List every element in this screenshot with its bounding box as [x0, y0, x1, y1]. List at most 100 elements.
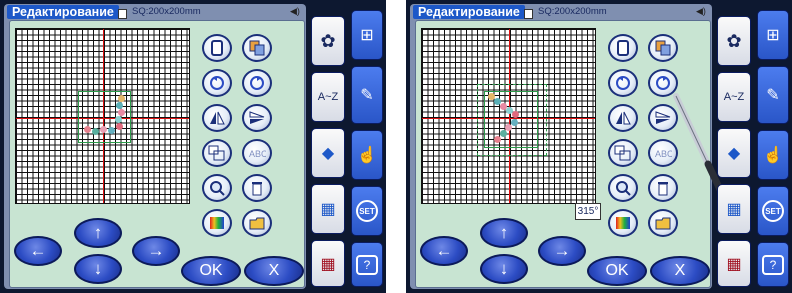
color-button[interactable]: [608, 209, 638, 237]
hoop-icon: [524, 9, 533, 19]
resize-icon: [208, 145, 225, 161]
flip-horizontal-button[interactable]: [202, 104, 232, 132]
resize-button[interactable]: [608, 139, 638, 167]
rotate-left-button[interactable]: [608, 69, 638, 97]
rotate-left-button[interactable]: [202, 69, 232, 97]
resize-icon: [614, 145, 631, 161]
tab-grid[interactable]: ▦: [311, 240, 345, 287]
edit-panel: Редактирование SQ:200x200mm ◀) ABC ← ↑ ↓…: [4, 4, 306, 289]
arrow-left-icon: ←: [435, 241, 453, 260]
tab-pattern-d[interactable]: ◆: [717, 128, 751, 178]
screen-title: Редактирование: [7, 5, 119, 19]
resize-button[interactable]: [202, 139, 232, 167]
help-icon: ?: [762, 254, 784, 275]
edit-mode-button[interactable]: ✎: [351, 66, 383, 124]
tab-frame[interactable]: ▦: [717, 184, 751, 234]
arc-text-button[interactable]: ABC: [242, 139, 272, 167]
move-down-button[interactable]: ↓: [74, 254, 122, 284]
copy-button[interactable]: [242, 34, 272, 62]
arrow-left-icon: ←: [29, 241, 47, 260]
hoop-grid[interactable]: [421, 28, 596, 204]
edit-mode-button[interactable]: ✎: [757, 66, 789, 124]
delete-icon: [252, 182, 262, 196]
embroidery-pattern[interactable]: [486, 91, 536, 147]
zoom-icon: [616, 181, 631, 196]
single-layout-icon: [211, 40, 223, 56]
tab-letters[interactable]: A~Z: [311, 72, 345, 122]
edit-panel: Редактирование SQ:200x200mm ◀) 315° ABC …: [410, 4, 728, 289]
arrow-down-icon: ↓: [93, 259, 103, 278]
hoop-icon: [118, 9, 127, 19]
copy-icon: [249, 40, 265, 56]
hand-icon: ☝: [763, 147, 783, 164]
svg-text:ABC: ABC: [655, 149, 672, 159]
flip-horizontal-button[interactable]: [608, 104, 638, 132]
flower-icon: ✿: [320, 30, 336, 51]
single-layout-button[interactable]: [608, 34, 638, 62]
settings-button[interactable]: SET: [351, 186, 383, 236]
single-layout-button[interactable]: [202, 34, 232, 62]
save-button[interactable]: [242, 209, 272, 237]
tab-letters[interactable]: A~Z: [717, 72, 751, 122]
frame-icon: ▦: [320, 201, 336, 218]
tab-embroidery-images[interactable]: ✿: [311, 16, 345, 66]
tab-grid[interactable]: ▦: [717, 240, 751, 287]
flip-horizontal-icon: [616, 111, 631, 125]
help-button[interactable]: ?: [351, 242, 383, 287]
save-icon: [655, 217, 671, 230]
settings-icon: SET: [356, 200, 378, 222]
arc-text-icon: ABC: [249, 149, 266, 159]
copy-icon: [655, 40, 671, 56]
copy-button[interactable]: [648, 34, 678, 62]
delete-button[interactable]: [242, 174, 272, 202]
help-icon: ?: [356, 254, 378, 275]
grid-icon: ▦: [320, 255, 336, 273]
move-right-button[interactable]: →: [538, 236, 586, 266]
screen-title: Редактирование: [413, 5, 525, 19]
flip-horizontal-icon: [210, 111, 225, 125]
flip-vertical-icon: [249, 111, 265, 124]
embroidery-machine-icon: ⊞: [766, 27, 780, 44]
rotate-right-button[interactable]: [648, 69, 678, 97]
settings-button[interactable]: SET: [757, 186, 789, 236]
embroidery-pattern[interactable]: [80, 93, 128, 139]
embroidery-mode-button[interactable]: ⊞: [351, 10, 383, 60]
pattern-icon: ◆: [321, 145, 335, 162]
save-button[interactable]: [648, 209, 678, 237]
close-button[interactable]: X: [244, 256, 304, 286]
hoop-grid[interactable]: [15, 28, 190, 204]
tab-frame[interactable]: ▦: [311, 184, 345, 234]
settings-icon: SET: [762, 200, 784, 222]
ok-button[interactable]: OK: [587, 256, 647, 286]
tab-pattern-d[interactable]: ◆: [311, 128, 345, 178]
color-button[interactable]: [202, 209, 232, 237]
move-down-button[interactable]: ↓: [480, 254, 528, 284]
speaker-icon[interactable]: ◀): [696, 6, 706, 17]
rotate-right-icon: [656, 76, 670, 90]
zoom-button[interactable]: [202, 174, 232, 202]
hoop-size: SQ:200x200mm: [132, 6, 201, 17]
move-up-button[interactable]: ↑: [74, 218, 122, 248]
pattern-mode-button[interactable]: ☝: [757, 130, 789, 180]
embroidery-mode-button[interactable]: ⊞: [757, 10, 789, 60]
move-left-button[interactable]: ←: [420, 236, 468, 266]
help-button[interactable]: ?: [757, 242, 789, 287]
delete-icon: [658, 182, 668, 196]
rotate-right-icon: [250, 76, 264, 90]
move-up-button[interactable]: ↑: [480, 218, 528, 248]
flower-icon: ✿: [726, 30, 742, 51]
move-left-button[interactable]: ←: [14, 236, 62, 266]
arrow-up-icon: ↑: [499, 223, 509, 242]
flip-vertical-button[interactable]: [242, 104, 272, 132]
save-icon: [249, 217, 265, 230]
zoom-button[interactable]: [608, 174, 638, 202]
tab-embroidery-images[interactable]: ✿: [717, 16, 751, 66]
ok-button[interactable]: OK: [181, 256, 241, 286]
pattern-mode-button[interactable]: ☝: [351, 130, 383, 180]
move-right-button[interactable]: →: [132, 236, 180, 266]
speaker-icon[interactable]: ◀): [290, 6, 300, 17]
close-button[interactable]: X: [650, 256, 710, 286]
arrow-right-icon: →: [147, 241, 165, 260]
rotate-right-button[interactable]: [242, 69, 272, 97]
single-layout-icon: [617, 40, 629, 56]
